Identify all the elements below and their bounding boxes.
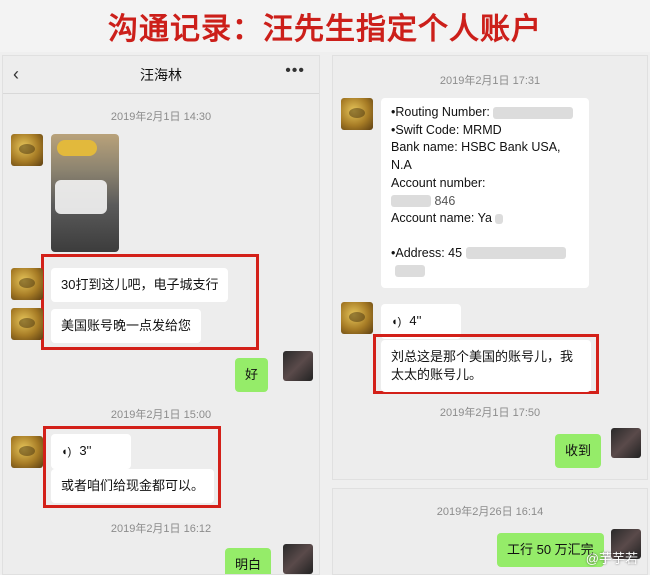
- message-bubble-sent[interactable]: 明白: [225, 548, 272, 574]
- avatar[interactable]: [611, 428, 641, 458]
- voice-duration: 3'': [79, 443, 92, 458]
- timestamp: 2019年2月1日 17:50: [439, 407, 541, 419]
- voice-message[interactable]: ◖) 3'': [51, 434, 131, 469]
- swift-code: •Swift Code: MRMD: [391, 122, 502, 137]
- message-bubble-sent[interactable]: 好: [235, 358, 269, 392]
- chat-title: 汪海林: [140, 66, 182, 83]
- avatar[interactable]: [283, 351, 313, 381]
- avatar[interactable]: [11, 308, 43, 340]
- chat-header: ‹ 汪海林 •••: [3, 56, 319, 94]
- routing-number: •Routing Number: x: [391, 104, 579, 122]
- image-content: [57, 140, 97, 156]
- account-name: Account name: Ya x: [391, 210, 579, 228]
- chat-panel-left: ‹ 汪海林 ••• 2019年2月1日 14:30 30打到这儿吧，电子城支行 …: [2, 55, 320, 575]
- back-icon[interactable]: ‹: [13, 64, 19, 85]
- timestamp: 2019年2月1日 17:31: [439, 75, 541, 87]
- image-message[interactable]: [51, 134, 119, 252]
- timestamp: 2019年2月26日 16:14: [436, 506, 544, 518]
- timestamp: 2019年2月1日 15:00: [110, 409, 212, 421]
- account-number: x 846: [391, 193, 579, 211]
- watermark: @芋芋若: [585, 551, 638, 566]
- avatar[interactable]: [11, 134, 43, 166]
- message-bubble[interactable]: 刘总这是那个美国的账号儿，我太太的账号儿。: [381, 340, 591, 392]
- timestamp: 2019年2月1日 14:30: [110, 111, 212, 123]
- message-bubble-sent[interactable]: 收到: [555, 434, 602, 468]
- more-options-icon[interactable]: •••: [285, 62, 305, 80]
- voice-icon: ◖): [61, 446, 72, 458]
- message-bubble[interactable]: 30打到这儿吧，电子城支行: [51, 268, 229, 302]
- chat-panel-right: 2019年2月1日 17:31 •Routing Number: x •Swif…: [332, 55, 648, 480]
- address: •Address: 45 x: [391, 245, 579, 263]
- avatar[interactable]: [341, 98, 373, 130]
- bank-name-cont: N.A: [391, 157, 412, 172]
- avatar[interactable]: [11, 436, 43, 468]
- account-number-label: Account number:: [391, 176, 486, 190]
- timestamp: 2019年2月1日 16:12: [110, 523, 212, 535]
- message-bubble[interactable]: 美国账号晚一点发给您: [51, 309, 202, 343]
- avatar[interactable]: [11, 268, 43, 300]
- account-details-card[interactable]: •Routing Number: x •Swift Code: MRMD Ban…: [381, 98, 589, 288]
- avatar[interactable]: [341, 302, 373, 334]
- voice-icon: ◖): [391, 316, 402, 328]
- message-bubble[interactable]: 或者咱们给现金都可以。: [51, 469, 215, 503]
- page-title: 沟通记录：汪先生指定个人账户: [0, 0, 650, 52]
- bank-name: Bank name: HSBC Bank USA,: [391, 140, 561, 154]
- voice-duration: 4'': [409, 313, 422, 328]
- image-content: [55, 180, 107, 214]
- avatar[interactable]: [283, 544, 313, 574]
